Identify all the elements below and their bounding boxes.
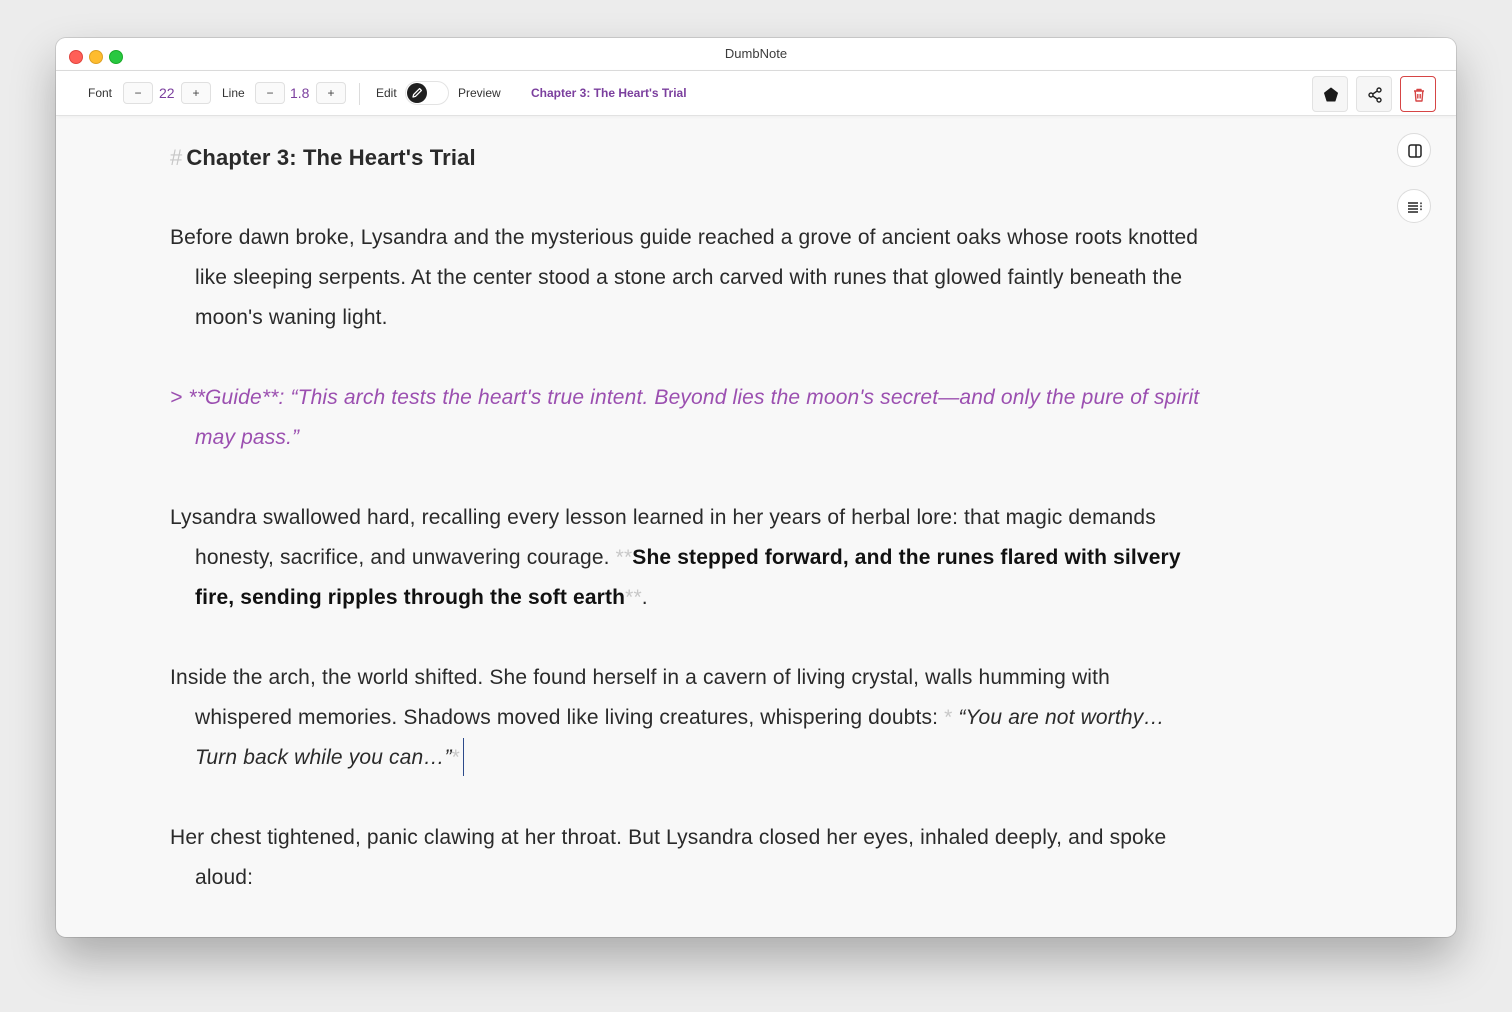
toolbar: Font − 22 + Line − 1.8 + Edit Preview Ch… [56, 71, 1456, 116]
app-window: DumbNote Font − 22 + Line − 1.8 + Edit P… [56, 38, 1456, 937]
outline-button[interactable] [1397, 189, 1431, 223]
toolbar-divider [359, 83, 360, 105]
share-icon [1368, 87, 1382, 103]
italic-marker-open: * [944, 706, 953, 729]
line-height-value: 1.8 [290, 85, 310, 101]
document-title: Chapter 3: The Heart's Trial [531, 86, 687, 100]
edit-preview-toggle[interactable] [405, 81, 449, 105]
paragraph-5: Her chest tightened, panic clawing at he… [170, 826, 1167, 889]
chapter-heading: # Chapter 3: The Heart's Trial [170, 138, 1210, 178]
pencil-icon [412, 87, 423, 98]
outline-icon [1408, 202, 1422, 213]
font-decrease-button[interactable]: − [123, 82, 153, 104]
preview-label: Preview [458, 86, 501, 100]
font-label: Font [88, 86, 113, 100]
paragraph-3: Lysandra swallowed hard, recalling every… [170, 498, 1210, 618]
bold-marker-open: ** [615, 546, 633, 569]
line-increase-button[interactable]: + [316, 82, 346, 104]
edit-label: Edit [376, 86, 397, 100]
font-increase-button[interactable]: + [181, 82, 211, 104]
delete-button[interactable] [1400, 76, 1436, 112]
line-label: Line [222, 86, 245, 100]
line-decrease-button[interactable]: − [255, 82, 285, 104]
trash-icon [1414, 88, 1424, 102]
italic-marker-close: * [451, 746, 460, 769]
window-title: DumbNote [724, 46, 788, 61]
title-bar: DumbNote [56, 38, 1456, 71]
toggle-knob [407, 83, 427, 103]
markdown-editor[interactable]: # Chapter 3: The Heart's Trial Before daw… [170, 138, 1210, 937]
font-size-value: 22 [159, 85, 175, 101]
pin-button[interactable] [1312, 76, 1348, 112]
sidebar-toggle-icon [1408, 144, 1422, 158]
blockquote: > **Guide**: “This arch tests the heart'… [170, 386, 1200, 449]
bold-marker-close: ** [625, 586, 642, 609]
text-cursor [462, 738, 464, 776]
sidebar-toggle-button[interactable] [1397, 133, 1431, 167]
paragraph-4: Inside the arch, the world shifted. She … [170, 658, 1210, 778]
paragraph-3-end: . [641, 586, 648, 609]
share-button[interactable] [1356, 76, 1392, 112]
heading-marker: # [170, 145, 183, 170]
paragraph-1: Before dawn broke, Lysandra and the myst… [170, 226, 1199, 329]
heading-text: Chapter 3: The Heart's Trial [186, 145, 476, 170]
pin-icon [1324, 87, 1338, 102]
